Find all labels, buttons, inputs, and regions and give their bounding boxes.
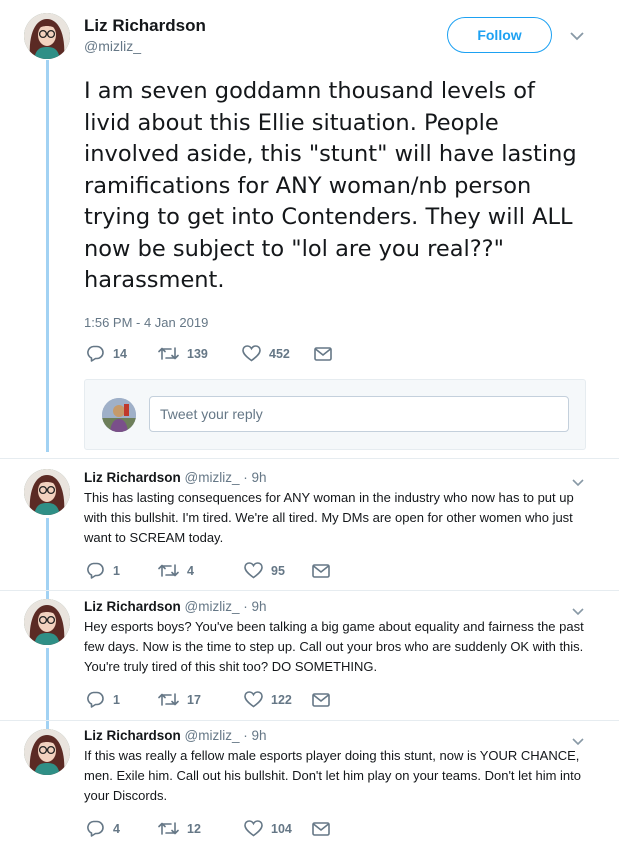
avatar[interactable] [24,729,70,775]
retweet-button[interactable]: 17 [158,692,244,707]
like-icon [242,345,261,362]
reply-composer [84,379,586,450]
dm-icon [312,563,330,578]
dm-button[interactable] [312,692,330,707]
reply-header: Liz Richardson @mizliz_ · 9h [84,599,267,614]
reply-count: 14 [113,346,127,361]
author-meta[interactable]: @mizliz_ · 9h [185,599,267,614]
divider [0,590,619,591]
thread-line [46,60,49,452]
reply-button[interactable]: 14 [86,345,158,362]
avatar[interactable] [24,599,70,645]
author-meta[interactable]: @mizliz_ · 9h [185,470,267,485]
author-name[interactable]: Liz Richardson [84,599,181,614]
dm-button[interactable] [312,563,330,578]
like-count: 122 [271,692,292,707]
retweet-button[interactable]: 12 [158,821,244,836]
reply-header: Liz Richardson @mizliz_ · 9h [84,470,267,485]
like-button[interactable]: 95 [244,562,312,579]
retweet-count: 4 [187,563,194,578]
retweet-icon [158,563,179,578]
retweet-button[interactable]: 4 [158,563,244,578]
author-meta[interactable]: @mizliz_ · 9h [185,728,267,743]
retweet-icon [158,346,179,361]
reply-icon [86,820,105,837]
dm-button[interactable] [314,346,332,361]
reply-count: 1 [113,563,120,578]
like-icon [244,562,263,579]
reply-count: 4 [113,821,120,836]
reply-button[interactable]: 4 [86,820,158,837]
like-button[interactable]: 122 [244,691,312,708]
tweet-actions: 4 12 104 [86,820,330,837]
avatar[interactable] [24,469,70,515]
reply-icon [86,691,105,708]
avatar[interactable] [24,13,70,59]
tweet-actions: 14 139 452 [86,345,332,362]
retweet-icon [158,692,179,707]
dm-icon [312,692,330,707]
author-name[interactable]: Liz Richardson [84,16,206,36]
reply-header: Liz Richardson @mizliz_ · 9h [84,728,267,743]
dm-icon [314,346,332,361]
tweet-actions: 1 17 122 [86,691,330,708]
tweet-text: This has lasting consequences for ANY wo… [84,490,574,545]
like-button[interactable]: 104 [244,820,312,837]
follow-button[interactable]: Follow [447,17,552,53]
author-name[interactable]: Liz Richardson [84,470,181,485]
like-count: 104 [271,821,292,836]
reply-input[interactable] [149,396,569,432]
retweet-count: 139 [187,346,208,361]
tweet-timestamp[interactable]: 1:56 PM - 4 Jan 2019 [84,315,208,330]
like-button[interactable]: 452 [242,345,314,362]
retweet-count: 12 [187,821,201,836]
like-count: 95 [271,563,285,578]
reply-button[interactable]: 1 [86,691,158,708]
reply-button[interactable]: 1 [86,562,158,579]
reply-icon [86,345,105,362]
author-name[interactable]: Liz Richardson [84,728,181,743]
tweet-text: I am seven goddamn thousand levels of li… [84,78,577,293]
divider [0,720,619,721]
divider [0,458,619,459]
retweet-count: 17 [187,692,201,707]
like-count: 452 [269,346,290,361]
like-icon [244,691,263,708]
dm-icon [312,821,330,836]
avatar [102,398,136,432]
chevron-down-icon[interactable] [570,28,584,44]
retweet-button[interactable]: 139 [158,346,242,361]
dm-button[interactable] [312,821,330,836]
author-handle[interactable]: @mizliz_ [84,38,141,54]
reply-count: 1 [113,692,120,707]
tweet-text: Hey esports boys? You've been talking a … [84,619,584,674]
like-icon [244,820,263,837]
retweet-icon [158,821,179,836]
tweet-text: If this was really a fellow male esports… [84,748,582,803]
reply-icon [86,562,105,579]
tweet-actions: 1 4 95 [86,562,330,579]
